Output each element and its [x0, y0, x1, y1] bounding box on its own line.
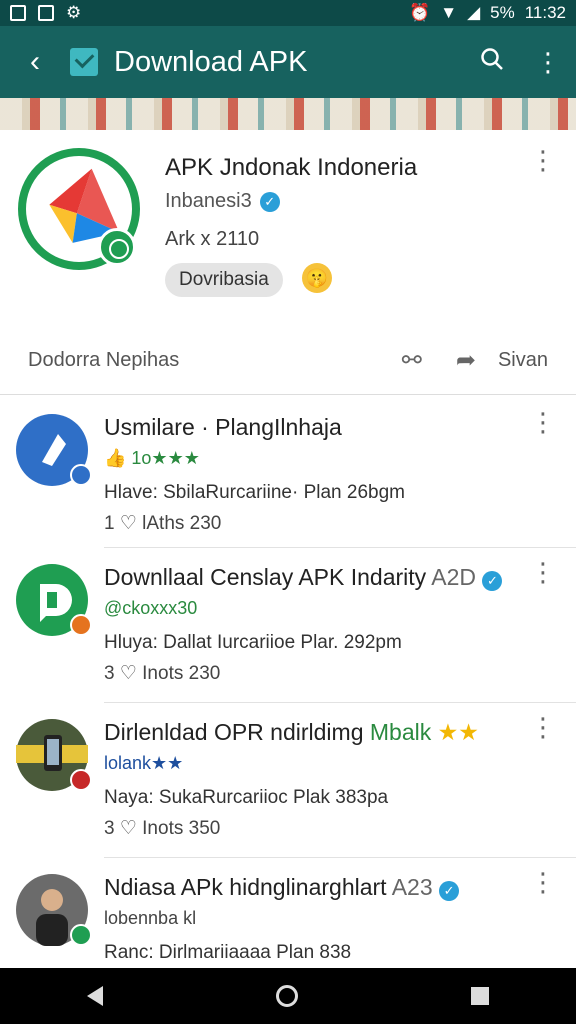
- category-chip[interactable]: Dovribasia: [165, 263, 283, 297]
- notification-icon: [10, 5, 26, 21]
- more-vert-icon[interactable]: ⋮: [530, 869, 556, 895]
- list-item[interactable]: Dirlenldad OPR ndirldimg Mbalk ★★ lolank…: [16, 703, 576, 858]
- more-vert-icon[interactable]: ⋮: [520, 47, 576, 78]
- channel-header: APK Jndonak Indoneria Inbanesi3 ✓ Ark x …: [0, 130, 576, 395]
- item-title: Dirlenldad OPR ndirldimg Mbalk ★★: [104, 719, 479, 745]
- item-stats: 3 ♡ Inots 350: [104, 818, 221, 839]
- system-nav-bar: [0, 968, 576, 1024]
- item-stats: 3 ♡ Inots 230: [104, 663, 221, 684]
- share-label[interactable]: Sivan: [498, 349, 548, 372]
- nav-recents-icon[interactable]: [471, 987, 490, 1005]
- item-badge-icon: [70, 924, 92, 946]
- list-item[interactable]: Usmilare · PlangIlnhaja 👍 1o★★★ Hlave: S…: [16, 398, 576, 548]
- item-badge-icon: [70, 614, 92, 636]
- item-badge-icon: [70, 464, 92, 486]
- app-logo-icon: [70, 48, 98, 76]
- arrow-left-icon[interactable]: ‹: [0, 45, 70, 79]
- signal-icon: ◢: [467, 3, 481, 22]
- post-list: Usmilare · PlangIlnhaja 👍 1o★★★ Hlave: S…: [0, 398, 576, 968]
- item-badge-icon: [70, 769, 92, 791]
- more-vert-icon[interactable]: ⋮: [530, 559, 556, 585]
- status-bar: ⚙ ⏰ ▼ ◢ 5% 11:32: [0, 0, 576, 26]
- wifi-icon: ▼: [440, 3, 458, 22]
- channel-title: APK Jndonak Indoneria: [165, 154, 418, 181]
- link-icon[interactable]: ⚯: [402, 346, 422, 375]
- item-rating: lolank★★: [104, 753, 184, 773]
- verified-icon: ✓: [259, 191, 280, 212]
- item-title: Downllaal Censlay APK Indarity A2D ✓: [104, 564, 503, 591]
- alarm-icon: ⏰: [409, 3, 431, 22]
- item-rating: lobennba kl: [104, 908, 197, 928]
- channel-meta: Ark x 2110: [165, 228, 260, 250]
- more-vert-icon[interactable]: ⋮: [530, 714, 556, 740]
- emoji-icon: 🤫: [302, 263, 332, 293]
- item-title: Ndiasa APk hidnglinarghlart A23 ✓: [104, 874, 460, 901]
- cover-banner: [0, 98, 576, 130]
- item-stats: 1 ♡ lAths 230: [104, 513, 222, 534]
- item-info: Hlave: SbilaRurcariine· Plan 26bgm: [104, 482, 405, 503]
- item-rating: @ckoxxx30: [104, 598, 198, 618]
- item-info: Naya: SukaRurcariioc Plak 383pa: [104, 787, 389, 808]
- item-title: Usmilare · PlangIlnhaja: [104, 414, 342, 440]
- page-title: Download APK: [114, 45, 308, 78]
- list-item[interactable]: Downllaal Censlay APK Indarity A2D ✓ @ck…: [16, 548, 576, 703]
- followers-label: Dodorra Nepihas: [28, 348, 180, 371]
- channel-actions: Dodorra Nepihas ⚯ ➦ Sivan: [0, 335, 576, 385]
- list-item[interactable]: Ndiasa APk hidnglinarghlart A23 ✓ lobenn…: [16, 858, 576, 968]
- item-info: Hluya: Dallat Iurcariioe Plar. 292pm: [104, 632, 402, 653]
- more-vert-icon[interactable]: ⋮: [530, 409, 556, 435]
- nav-back-icon[interactable]: [86, 986, 103, 1006]
- item-info: Ranc: Dirlmariiaaaa Plan 838: [104, 942, 352, 963]
- chat-badge-icon: [98, 228, 136, 266]
- app-bar: ‹ Download APK ⋮: [0, 26, 576, 98]
- verified-icon: ✓: [482, 571, 503, 591]
- verified-icon: ✓: [439, 881, 460, 901]
- settings-notification-icon: ⚙: [66, 3, 82, 22]
- channel-subtitle: Inbanesi3 ✓: [165, 190, 280, 213]
- nav-home-icon[interactable]: [275, 985, 298, 1007]
- item-rating: 👍 1o★★★: [104, 448, 200, 468]
- image-notification-icon: [38, 5, 54, 21]
- more-vert-icon[interactable]: ⋮: [530, 147, 556, 173]
- status-time: 11:32: [524, 3, 566, 22]
- star-icon: ★★: [437, 719, 479, 745]
- share-icon[interactable]: ➦: [456, 346, 476, 375]
- channel-handle: Inbanesi3: [165, 190, 252, 212]
- search-icon[interactable]: [464, 46, 520, 79]
- battery-level: 5%: [490, 3, 515, 22]
